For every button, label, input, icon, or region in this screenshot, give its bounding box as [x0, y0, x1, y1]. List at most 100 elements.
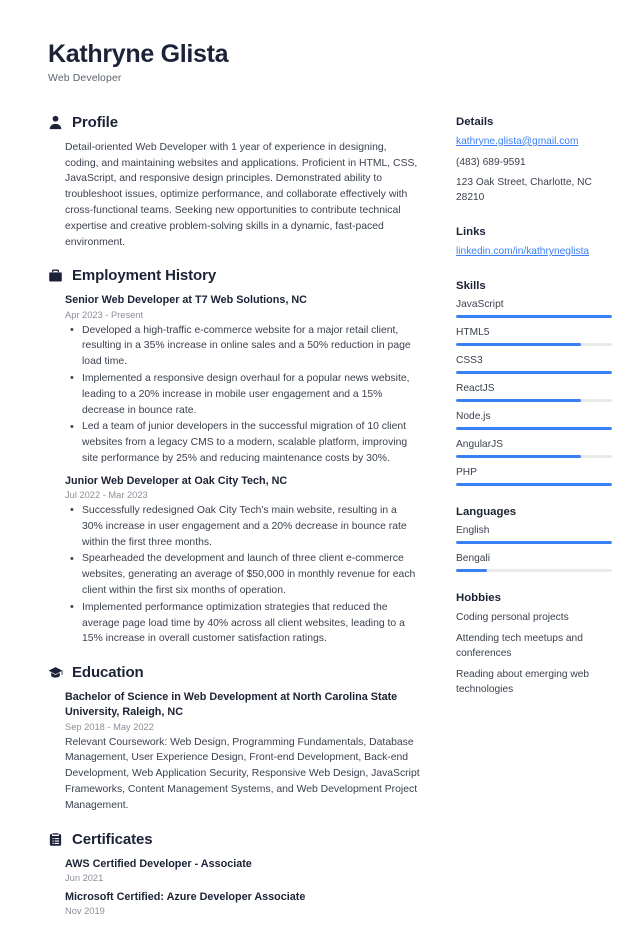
skill-bar-fill [456, 314, 612, 318]
job-bullets: Successfully redesigned Oak City Tech's … [65, 502, 420, 647]
skill-bar-fill [456, 342, 581, 346]
hobby-item: Attending tech meetups and conferences [456, 633, 583, 659]
skill-bar-fill [456, 370, 612, 374]
sidebar-links-title: Links [456, 225, 486, 238]
skill-bar-fill [456, 482, 612, 486]
section-education-title: Education [72, 664, 144, 682]
employment-entry: Senior Web Developer at T7 Web Solutions… [65, 293, 420, 466]
job-bullet: Spearheaded the development and launch o… [65, 551, 420, 598]
job-title: Senior Web Developer at T7 Web Solutions… [65, 294, 307, 307]
skill-bar-track [456, 314, 612, 318]
job-bullets: Developed a high-traffic e-commerce webs… [65, 322, 420, 467]
sidebar-hobbies: Hobbies Coding personal projects Attendi… [456, 592, 612, 697]
sidebar-hobbies-title: Hobbies [456, 591, 501, 604]
sidebar-links: Links linkedin.com/in/kathryneglista [456, 226, 612, 260]
candidate-name: Kathryne Glista [48, 40, 229, 68]
sidebar-details-title: Details [456, 115, 494, 128]
sidebar-languages-title: Languages [456, 505, 517, 518]
degree-title: Bachelor of Science in Web Development a… [65, 691, 398, 719]
skill-item: Node.js [456, 411, 612, 430]
language-bar-track [456, 540, 612, 544]
language-item: Bengali [456, 553, 612, 572]
job-date: Apr 2023 - Present [65, 309, 144, 320]
hobby-item: Reading about emerging web technologies [456, 669, 590, 695]
sidebar-skills: Skills JavaScript HTML5 CSS3 ReactJS Nod… [456, 280, 612, 486]
sidebar-details: Details kathryne.glista@gmail.com (483) … [456, 116, 612, 206]
job-bullet: Successfully redesigned Oak City Tech's … [65, 502, 420, 550]
section-employment-body: Senior Web Developer at T7 Web Solutions… [48, 293, 420, 647]
graduation-cap-icon [48, 665, 63, 680]
skill-bar-track [456, 342, 612, 346]
skill-bar-track [456, 370, 612, 374]
clipboard-icon [48, 832, 63, 847]
skill-item: HTML5 [456, 327, 612, 346]
skill-item: AngularJS [456, 439, 612, 458]
sidebar-skills-title: Skills [456, 279, 486, 292]
degree-date: Sep 2018 - May 2022 [65, 721, 154, 732]
certificate-date: Nov 2019 [65, 905, 105, 916]
section-employment: Employment History Senior Web Developer … [48, 267, 420, 647]
certificate-date: Jun 2021 [65, 872, 104, 883]
hobby-item: Coding personal projects [456, 611, 569, 623]
language-bar-fill [456, 540, 612, 544]
sidebar-column: Details kathryne.glista@gmail.com (483) … [456, 114, 612, 717]
skill-bar-fill [456, 426, 612, 430]
skill-item: ReactJS [456, 383, 612, 402]
section-profile-body: Detail-oriented Web Developer with 1 yea… [48, 140, 420, 251]
section-profile: Profile Detail-oriented Web Developer wi… [48, 114, 420, 251]
section-certificates-header: Certificates [48, 831, 420, 848]
address-text: 123 Oak Street, Charlotte, NC 28210 [456, 177, 592, 204]
job-bullet: Implemented a responsive design overhaul… [65, 370, 420, 418]
section-profile-header: Profile [48, 114, 420, 131]
section-profile-title: Profile [72, 113, 118, 131]
skill-item: JavaScript [456, 299, 612, 318]
person-icon [48, 115, 63, 130]
skill-item: CSS3 [456, 355, 612, 374]
email-link[interactable]: kathryne.glista@gmail.com [456, 135, 612, 150]
section-employment-title: Employment History [72, 267, 217, 285]
section-education-header: Education [48, 664, 420, 681]
skill-label: HTML5 [456, 326, 490, 338]
phone-text: (483) 689-9591 [456, 156, 526, 168]
main-column: Profile Detail-oriented Web Developer wi… [48, 114, 420, 933]
certificate-title: AWS Certified Developer - Associate [65, 857, 252, 870]
section-certificates-title: Certificates [72, 830, 153, 848]
language-bar-fill [456, 568, 488, 572]
job-bullet: Led a team of junior developers in the s… [65, 419, 420, 466]
skill-bar-track [456, 426, 612, 430]
skill-label: Node.js [456, 410, 491, 422]
resume-page: Kathryne Glista Web Developer Profile De… [0, 0, 640, 916]
job-date: Jul 2022 - Mar 2023 [65, 489, 148, 500]
skill-bar-track [456, 454, 612, 458]
skill-label: JavaScript [456, 298, 504, 310]
section-education: Education Bachelor of Science in Web Dev… [48, 664, 420, 813]
section-certificates: Certificates AWS Certified Developer - A… [48, 831, 420, 916]
job-bullet: Developed a high-traffic e-commerce webs… [65, 322, 420, 370]
certificate-entry: Microsoft Certified: Azure Developer Ass… [65, 890, 420, 916]
skill-bar-fill [456, 398, 581, 402]
language-bar-track [456, 568, 612, 572]
resume-body: Profile Detail-oriented Web Developer wi… [48, 114, 612, 933]
briefcase-icon [48, 268, 63, 283]
certificate-entry: AWS Certified Developer - Associate Jun … [65, 857, 420, 883]
skill-label: AngularJS [456, 438, 504, 450]
sidebar-languages: Languages English Bengali [456, 506, 612, 572]
linkedin-link[interactable]: linkedin.com/in/kathryneglista [456, 245, 612, 260]
degree-description: Relevant Coursework: Web Design, Program… [65, 736, 420, 811]
employment-entry: Junior Web Developer at Oak City Tech, N… [65, 474, 420, 647]
language-label: English [456, 524, 490, 536]
skill-label: ReactJS [456, 382, 495, 394]
skill-bar-track [456, 482, 612, 486]
skill-bar-fill [456, 454, 581, 458]
skill-label: PHP [456, 466, 477, 478]
skill-label: CSS3 [456, 354, 483, 366]
profile-text: Detail-oriented Web Developer with 1 yea… [65, 141, 418, 248]
candidate-job-title: Web Developer [48, 71, 122, 84]
job-bullet: Implemented performance optimization str… [65, 599, 420, 647]
education-entry: Bachelor of Science in Web Development a… [65, 690, 420, 813]
section-education-body: Bachelor of Science in Web Development a… [48, 690, 420, 813]
section-employment-header: Employment History [48, 267, 420, 284]
section-certificates-body: AWS Certified Developer - Associate Jun … [48, 857, 420, 916]
job-title: Junior Web Developer at Oak City Tech, N… [65, 474, 288, 487]
skill-item: PHP [456, 467, 612, 486]
